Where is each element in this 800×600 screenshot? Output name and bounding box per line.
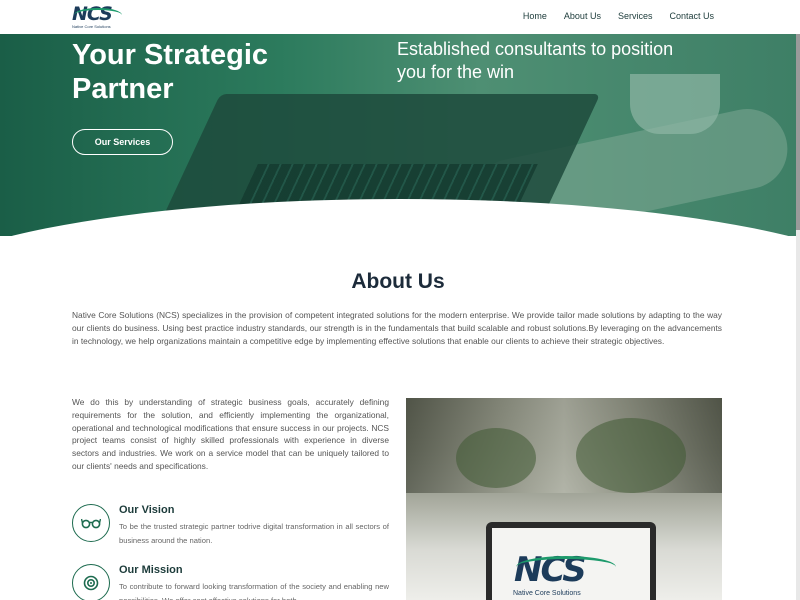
photo-plant xyxy=(456,428,536,488)
target-icon xyxy=(72,564,110,600)
hero-section: Your Strategic Partner Established consu… xyxy=(0,34,800,236)
site-header: NCS Native Core Solutions Home About Us … xyxy=(0,0,800,34)
scrollbar-thumb[interactable] xyxy=(796,0,800,230)
photo-logo-swoosh xyxy=(516,556,616,578)
photo-logo-tagline: Native Core Solutions xyxy=(513,590,581,597)
nav-item-contact[interactable]: Contact Us xyxy=(669,11,714,21)
nav-item-about[interactable]: About Us xyxy=(564,11,601,21)
photo-plant xyxy=(576,418,686,493)
logo-tagline: Native Core Solutions xyxy=(72,24,111,29)
vision-text: To be the trusted strategic partner todr… xyxy=(119,522,389,545)
hero-title: Your Strategic Partner xyxy=(72,39,269,105)
our-services-button[interactable]: Our Services xyxy=(72,129,173,155)
office-laptop-photo: NCS Native Core Solutions xyxy=(406,398,722,600)
nav-item-home[interactable]: Home xyxy=(523,11,547,21)
about-detail: We do this by understanding of strategic… xyxy=(72,397,389,471)
about-title: About Us xyxy=(351,270,445,293)
logo-swoosh xyxy=(74,8,122,22)
glasses-icon xyxy=(72,504,110,542)
vision-title: Our Vision xyxy=(119,504,175,516)
logo[interactable]: NCS Native Core Solutions xyxy=(72,5,124,31)
about-intro: Native Core Solutions (NCS) specializes … xyxy=(72,310,722,346)
mission-title: Our Mission xyxy=(119,564,183,576)
hero-subtitle: Established consultants to position you … xyxy=(397,39,674,82)
main-nav: Home About Us Services Contact Us xyxy=(523,11,714,21)
page-scrollbar[interactable] xyxy=(796,0,800,600)
mission-text: To contribute to forward looking transfo… xyxy=(119,582,389,600)
nav-item-services[interactable]: Services xyxy=(618,11,653,21)
about-left-column: We do this by understanding of strategic… xyxy=(72,396,389,600)
